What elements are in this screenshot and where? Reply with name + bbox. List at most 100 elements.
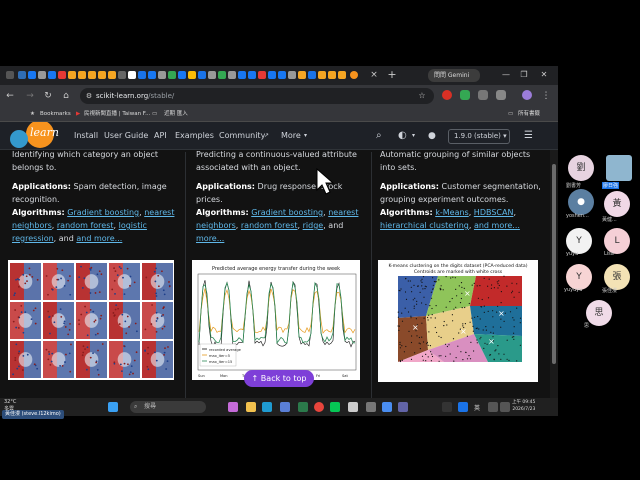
chrome-icon[interactable]	[314, 402, 324, 412]
tab-favicon[interactable]	[308, 71, 316, 79]
tab-favicon[interactable]	[68, 71, 76, 79]
tab-favicon[interactable]	[58, 71, 66, 79]
tab-favicon[interactable]	[208, 71, 216, 79]
link-kmeans[interactable]: k-Means	[435, 208, 468, 217]
copilot-icon[interactable]	[228, 402, 238, 412]
link-random-forest[interactable]: random forest	[241, 221, 298, 230]
tab-favicon[interactable]	[288, 71, 296, 79]
store-icon[interactable]	[280, 402, 290, 412]
tab-favicon[interactable]	[6, 71, 14, 79]
extension-icon[interactable]	[442, 90, 452, 100]
participant-video[interactable]	[606, 155, 632, 181]
home-icon[interactable]: ⌂	[60, 89, 72, 103]
link-and-more[interactable]: and more...	[474, 221, 520, 230]
tab-favicon[interactable]	[258, 71, 266, 79]
tab-favicon[interactable]	[78, 71, 86, 79]
sidebar-toggle-icon[interactable]: ☰	[524, 122, 533, 150]
tab-favicon[interactable]	[148, 71, 156, 79]
tab-favicon[interactable]	[118, 71, 126, 79]
scikit-learn-logo[interactable]: learn	[8, 122, 66, 150]
link-gradient-boosting[interactable]: Gradient boosting	[251, 208, 323, 217]
participant-avatar[interactable]: 黃	[604, 191, 630, 217]
tab-favicon[interactable]	[238, 71, 246, 79]
bookmark-star-icon[interactable]: ☆	[416, 89, 428, 103]
back-arrow-icon[interactable]: ←	[4, 89, 16, 103]
tab-favicon[interactable]	[138, 71, 146, 79]
windows-start-icon[interactable]	[108, 402, 118, 412]
close-tab-icon[interactable]: ×	[368, 68, 380, 82]
address-bar[interactable]: ⚙ scikit-learn.org/stable/ ☆	[80, 88, 434, 104]
nav-community[interactable]: Community	[219, 122, 265, 150]
theme-toggle-icon[interactable]: ◐	[398, 122, 407, 150]
nav-more[interactable]: More	[281, 122, 301, 150]
energy-transfer-plot-image[interactable]: Predicted average energy transfer during…	[192, 260, 360, 380]
taskbar-search[interactable]: ⌕ 搜尋	[130, 401, 206, 413]
file-explorer-icon[interactable]	[246, 402, 256, 412]
participant-avatar[interactable]: 思	[586, 300, 612, 326]
tab-favicon[interactable]	[98, 71, 106, 79]
maximize-icon[interactable]: ❐	[518, 68, 530, 82]
site-info-icon[interactable]: ⚙	[83, 89, 95, 103]
tab-favicon[interactable]	[228, 71, 236, 79]
app-icon[interactable]	[298, 402, 308, 412]
minimize-icon[interactable]: —	[500, 68, 512, 82]
profile-avatar-icon[interactable]	[522, 90, 532, 100]
app-icon[interactable]	[348, 402, 358, 412]
back-to-top-button[interactable]: ↑ Back to top	[244, 370, 314, 387]
link-ridge[interactable]: ridge	[303, 221, 324, 230]
link-and-more[interactable]: and more...	[76, 234, 122, 243]
bookmark-imported[interactable]: 近期 匯入	[164, 107, 188, 122]
link-more[interactable]: more...	[196, 234, 224, 243]
tab-favicon[interactable]	[338, 71, 346, 79]
tab-favicon[interactable]	[268, 71, 276, 79]
participant-avatar[interactable]: ●	[568, 189, 594, 215]
edge-icon[interactable]	[262, 402, 272, 412]
new-tab-button[interactable]: +	[386, 68, 398, 82]
microphone-icon[interactable]	[458, 402, 468, 412]
forward-arrow-icon[interactable]: →	[24, 89, 36, 103]
download-icon[interactable]	[460, 90, 470, 100]
nav-api[interactable]: API	[154, 122, 167, 150]
classifier-comparison-image[interactable]	[8, 260, 174, 380]
line-icon[interactable]	[330, 402, 340, 412]
menu-kebab-icon[interactable]: ⋮	[540, 89, 552, 103]
taskbar-clock[interactable]: 上午 09:45 2026/7/23	[512, 399, 535, 413]
extension-icon[interactable]	[478, 90, 488, 100]
nav-install[interactable]: Install	[74, 122, 98, 150]
kmeans-digits-image[interactable]: K-means clustering on the digits dataset…	[378, 260, 538, 382]
github-icon[interactable]: ●	[428, 122, 436, 150]
tab-favicon[interactable]	[188, 71, 196, 79]
tray-chevron-icon[interactable]	[442, 402, 452, 412]
input-language[interactable]: 英	[474, 403, 480, 412]
tab-favicon[interactable]	[278, 71, 286, 79]
link-hdbscan[interactable]: HDBSCAN	[474, 208, 514, 217]
app-icon[interactable]	[366, 402, 376, 412]
tab-favicon[interactable]	[198, 71, 206, 79]
tab-favicon[interactable]	[218, 71, 226, 79]
tab-favicon[interactable]	[28, 71, 36, 79]
close-window-icon[interactable]: ✕	[538, 68, 550, 82]
tab-favicon[interactable]	[248, 71, 256, 79]
tab-favicon[interactable]	[350, 71, 358, 79]
scrollbar-thumb[interactable]	[552, 164, 556, 364]
bookmark-bookmarks[interactable]: Bookmarks	[40, 107, 71, 122]
tab-favicon[interactable]	[298, 71, 306, 79]
tab-favicon[interactable]	[328, 71, 336, 79]
nav-examples[interactable]: Examples	[175, 122, 214, 150]
reload-icon[interactable]: ↻	[42, 89, 54, 103]
tab-favicon[interactable]	[178, 71, 186, 79]
search-icon[interactable]: ⌕	[376, 122, 382, 150]
extensions-puzzle-icon[interactable]	[496, 90, 506, 100]
tab-favicon[interactable]	[318, 71, 326, 79]
app-icon[interactable]	[382, 402, 392, 412]
link-random-forest[interactable]: random forest	[57, 221, 114, 230]
bookmark-all[interactable]: 所有書籤	[518, 107, 540, 122]
page-scrollbar[interactable]	[550, 150, 558, 398]
link-gradient-boosting[interactable]: Gradient boosting	[67, 208, 139, 217]
participant-avatar[interactable]: 劉	[568, 155, 594, 181]
tab-favicon[interactable]	[158, 71, 166, 79]
bookmark-ftv-news[interactable]: 民視新聞直播 | Taiwan F...	[84, 107, 150, 122]
tab-favicon[interactable]	[168, 71, 176, 79]
tab-favicon[interactable]	[18, 71, 26, 79]
link-hierarchical-clustering[interactable]: hierarchical clustering	[380, 221, 469, 230]
